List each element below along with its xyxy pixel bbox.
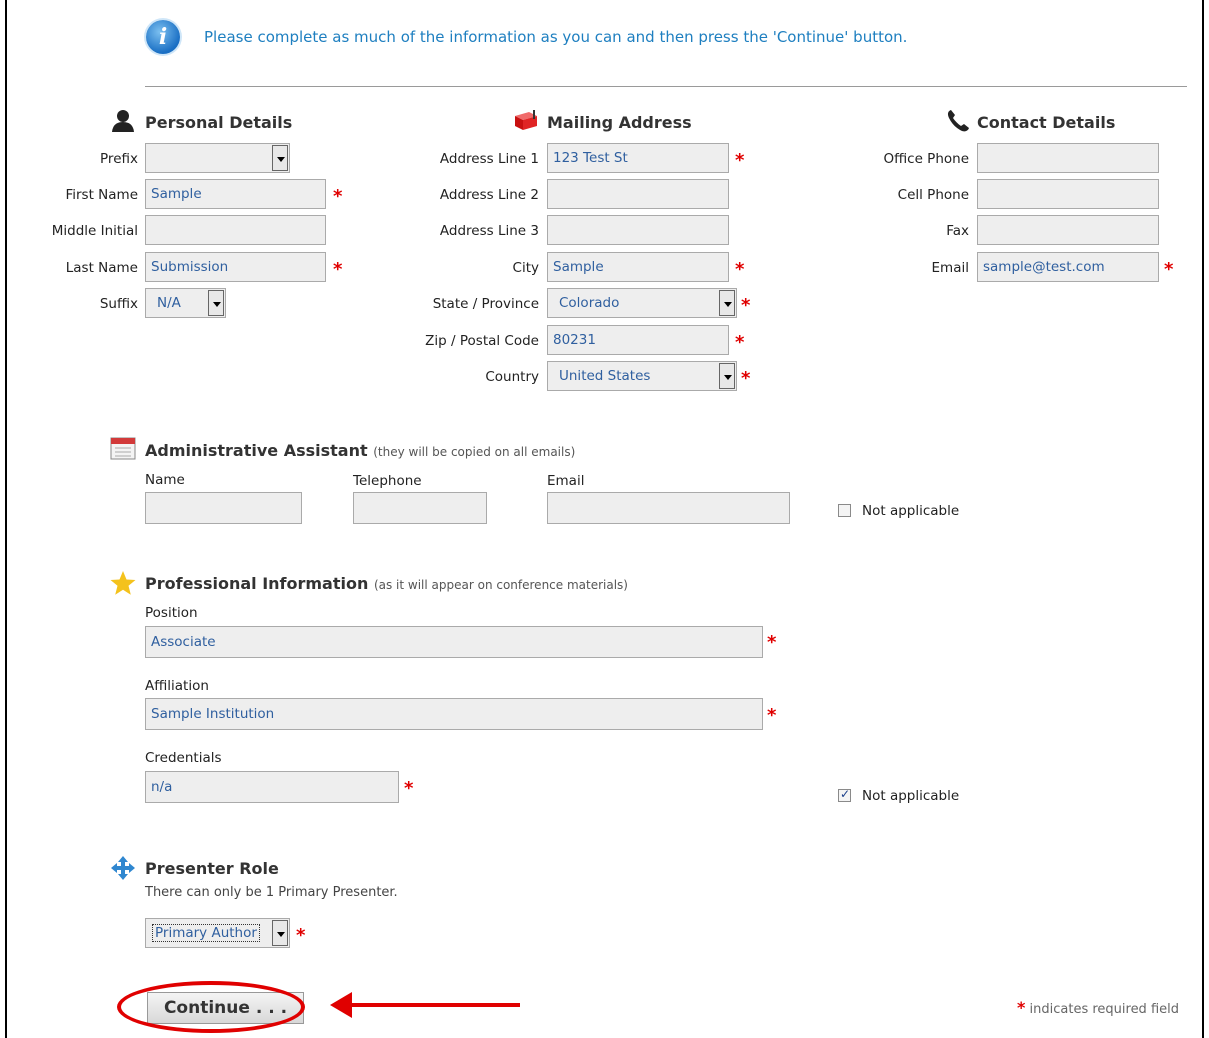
required-marker: * <box>296 925 306 946</box>
required-legend: * indicates required field <box>1017 998 1179 1017</box>
zip-label: Zip / Postal Code <box>425 333 539 349</box>
assistant-title: Administrative Assistant (they will be c… <box>145 441 575 460</box>
presenter-role-note: There can only be 1 Primary Presenter. <box>145 885 398 900</box>
required-marker: * <box>735 150 745 171</box>
highlight-ellipse <box>117 981 305 1033</box>
chevron-down-icon[interactable] <box>208 290 224 316</box>
assistant-not-applicable-checkbox[interactable] <box>838 504 851 517</box>
required-marker: * <box>767 632 777 653</box>
required-legend-text: indicates required field <box>1029 1002 1179 1017</box>
required-marker: * <box>735 259 745 280</box>
required-marker: * <box>735 332 745 353</box>
city-label: City <box>512 260 539 276</box>
suffix-select[interactable]: N/A <box>145 288 226 318</box>
star-icon <box>110 571 136 595</box>
presenter-role-title: Presenter Role <box>145 859 279 878</box>
person-icon <box>112 110 134 132</box>
assistant-name-label: Name <box>145 472 185 488</box>
address-line-3-label: Address Line 3 <box>439 223 539 239</box>
affiliation-label: Affiliation <box>145 678 209 694</box>
chevron-down-icon[interactable] <box>272 145 288 171</box>
required-marker: * <box>1164 259 1174 280</box>
annotation-arrow-head <box>330 992 352 1018</box>
zip-field[interactable]: 80231 <box>547 325 729 355</box>
country-select[interactable]: United States <box>547 361 737 391</box>
required-marker: * <box>767 705 777 726</box>
position-field[interactable]: Associate <box>145 626 763 658</box>
window-border-left <box>5 0 7 1038</box>
position-label: Position <box>145 605 198 621</box>
move-arrows-icon <box>111 856 135 880</box>
info-message: Please complete as much of the informati… <box>204 28 908 46</box>
assistant-telephone-field[interactable] <box>353 492 487 524</box>
state-label: State / Province <box>432 296 539 312</box>
professional-title: Professional Information (as it will app… <box>145 574 628 593</box>
chevron-down-icon[interactable] <box>272 920 288 946</box>
fax-label: Fax <box>946 223 969 239</box>
required-legend-star: * <box>1017 998 1026 1017</box>
presenter-role-select[interactable]: Primary Author <box>145 918 290 948</box>
address-line-2-label: Address Line 2 <box>439 187 539 203</box>
address-line-1-field[interactable]: 123 Test St <box>547 143 729 173</box>
annotation-arrow-shaft <box>345 1003 520 1007</box>
email-field[interactable]: sample@test.com <box>977 252 1159 282</box>
credentials-not-applicable-label: Not applicable <box>862 788 960 804</box>
office-phone-field[interactable] <box>977 143 1159 173</box>
last-name-field[interactable]: Submission <box>145 252 326 282</box>
chevron-down-icon[interactable] <box>719 290 735 316</box>
address-line-2-field[interactable] <box>547 179 729 209</box>
address-line-3-field[interactable] <box>547 215 729 245</box>
assistant-subtitle: (they will be copied on all emails) <box>373 445 576 459</box>
country-value: United States <box>559 368 651 384</box>
mailbox-icon <box>515 110 537 130</box>
calendar-icon <box>110 437 136 460</box>
required-marker: * <box>741 295 751 316</box>
middle-initial-field[interactable] <box>145 215 326 245</box>
divider <box>145 86 1187 87</box>
prefix-label: Prefix <box>100 151 138 167</box>
required-marker: * <box>404 778 414 799</box>
presenter-role-value: Primary Author <box>152 924 260 942</box>
suffix-label: Suffix <box>99 296 138 312</box>
state-select[interactable]: Colorado <box>547 288 737 318</box>
mailing-address-title: Mailing Address <box>547 113 692 132</box>
office-phone-label: Office Phone <box>883 151 969 167</box>
affiliation-field[interactable]: Sample Institution <box>145 698 763 730</box>
assistant-title-text: Administrative Assistant <box>145 441 368 460</box>
middle-initial-label: Middle Initial <box>51 223 138 239</box>
last-name-label: Last Name <box>65 260 138 276</box>
city-field[interactable]: Sample <box>547 252 729 282</box>
credentials-field[interactable]: n/a <box>145 771 399 803</box>
cell-phone-field[interactable] <box>977 179 1159 209</box>
required-marker: * <box>333 259 343 280</box>
cell-phone-label: Cell Phone <box>897 187 969 203</box>
professional-title-text: Professional Information <box>145 574 369 593</box>
email-label: Email <box>931 260 969 276</box>
contact-details-title: Contact Details <box>977 113 1116 132</box>
phone-icon <box>947 110 969 132</box>
window-border-right <box>1202 0 1204 1038</box>
address-line-1-label: Address Line 1 <box>439 151 539 167</box>
assistant-email-label: Email <box>547 473 585 489</box>
state-value: Colorado <box>559 295 620 311</box>
credentials-label: Credentials <box>145 750 222 766</box>
info-icon: i <box>146 20 180 54</box>
country-label: Country <box>485 369 539 385</box>
first-name-label: First Name <box>65 187 138 203</box>
personal-details-title: Personal Details <box>145 113 293 132</box>
suffix-value: N/A <box>157 295 181 311</box>
chevron-down-icon[interactable] <box>719 363 735 389</box>
required-marker: * <box>741 368 751 389</box>
prefix-select[interactable] <box>145 143 290 173</box>
first-name-field[interactable]: Sample <box>145 179 326 209</box>
assistant-name-field[interactable] <box>145 492 302 524</box>
assistant-not-applicable-label: Not applicable <box>862 503 960 519</box>
assistant-telephone-label: Telephone <box>353 473 422 489</box>
professional-subtitle: (as it will appear on conference materia… <box>373 578 628 592</box>
required-marker: * <box>333 186 343 207</box>
credentials-not-applicable-checkbox[interactable] <box>838 787 851 802</box>
fax-field[interactable] <box>977 215 1159 245</box>
assistant-email-field[interactable] <box>547 492 790 524</box>
